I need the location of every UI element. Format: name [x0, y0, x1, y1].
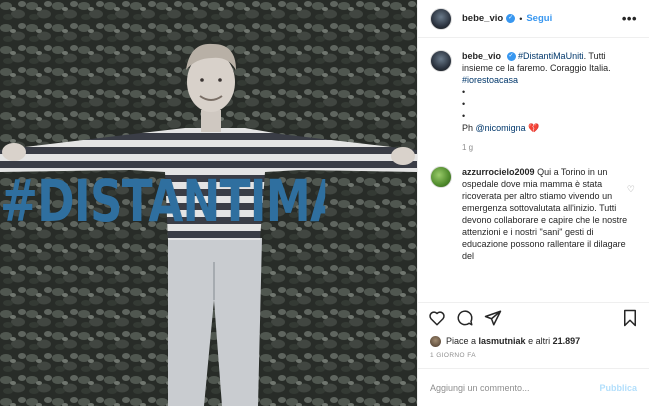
post-date[interactable]: 1 GIORNO FA [418, 348, 649, 368]
hashtag-link[interactable]: #iorestoacasa [462, 75, 518, 85]
caption-bullet: • [462, 111, 466, 121]
header-username[interactable]: bebe_vio [462, 13, 503, 24]
likes-middle: e altri [528, 336, 551, 346]
comment-item: azzurrocielo2009 Qui a Torino in un ospe… [430, 166, 637, 262]
caption-body: bebe_vio ✓ #DistantiMaUniti. Tutti insie… [462, 50, 632, 154]
liker-username[interactable]: lasmutniak [479, 336, 526, 346]
verified-badge-icon: ✓ [506, 14, 516, 23]
comment-username[interactable]: azzurrocielo2009 [462, 167, 535, 177]
caption-bullet: • [462, 87, 466, 97]
broken-heart-icon: 💔 [528, 123, 540, 133]
avatar[interactable] [430, 50, 452, 72]
caption-bullet: • [462, 99, 466, 109]
post-photo[interactable]: #DISTANTIMAUNITI [0, 0, 417, 406]
comment-like-heart-icon[interactable]: ♡ [627, 184, 635, 195]
comment-input[interactable] [430, 382, 600, 393]
distantimauniti-overlay-text: #DISTANTIMAUNITI [0, 167, 325, 235]
comment-body: azzurrocielo2009 Qui a Torino in un ospe… [462, 166, 632, 262]
likes-prefix: Piace a [446, 336, 477, 346]
credit-prefix: Ph [462, 123, 474, 133]
like-heart-icon[interactable] [428, 309, 446, 327]
avatar[interactable] [430, 7, 452, 30]
comments-list[interactable]: bebe_vio ✓ #DistantiMaUniti. Tutti insie… [418, 38, 649, 302]
comment-bubble-icon[interactable] [456, 309, 474, 327]
follow-button[interactable]: Segui [526, 13, 552, 24]
hashtag-link[interactable]: #DistantiMaUniti [518, 51, 584, 61]
publish-button[interactable]: Pubblica [599, 383, 637, 393]
mention-link[interactable]: @nicomigna [476, 123, 526, 133]
comment-text: Qui a Torino in un ospedale dove mia mam… [462, 167, 628, 261]
header-separator: • [519, 13, 523, 24]
avatar[interactable] [430, 166, 452, 188]
post-side-panel: bebe_vio ✓ • Segui ••• bebe_vio ✓ #Dista… [417, 0, 649, 406]
save-bookmark-icon[interactable] [621, 309, 639, 327]
more-options-icon[interactable]: ••• [622, 12, 637, 25]
share-paper-plane-icon[interactable] [484, 309, 502, 327]
caption: bebe_vio ✓ #DistantiMaUniti. Tutti insie… [430, 50, 637, 154]
caption-timestamp[interactable]: 1 g [462, 142, 632, 154]
post-header: bebe_vio ✓ • Segui ••• [418, 0, 649, 38]
caption-username[interactable]: bebe_vio [462, 51, 501, 61]
likes-summary: Piace a lasmutniak e altri 21.897 [418, 332, 649, 348]
likes-count[interactable]: 21.897 [553, 336, 581, 346]
instagram-post-modal: #DISTANTIMAUNITI bebe_vio ✓ • Segui ••• … [0, 0, 649, 406]
verified-badge-icon: ✓ [506, 52, 516, 62]
post-actions-bar [418, 302, 649, 332]
add-comment-bar: Pubblica [418, 368, 649, 406]
liker-avatar[interactable] [430, 335, 441, 347]
